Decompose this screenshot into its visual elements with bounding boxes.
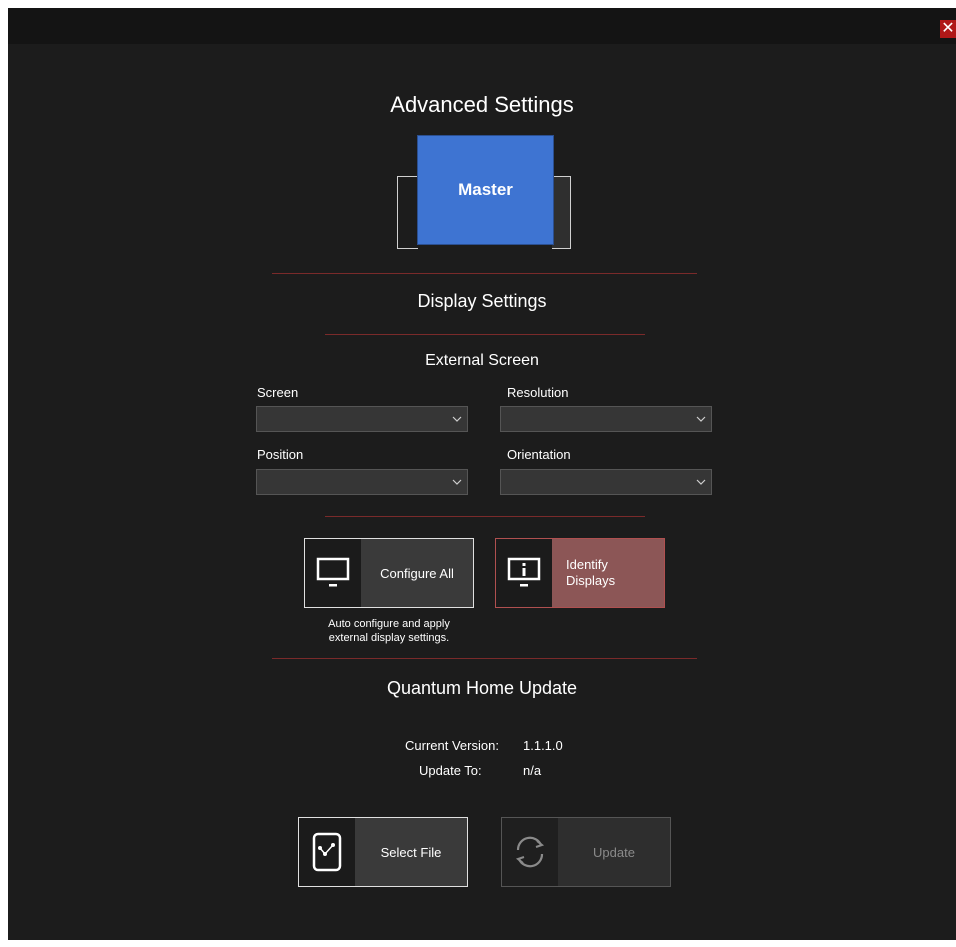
screen-select[interactable] — [256, 406, 468, 432]
configure-all-label: Configure All — [380, 565, 454, 581]
section-divider — [325, 516, 645, 517]
title-bar: ✕ — [8, 8, 956, 44]
section-divider — [272, 658, 697, 659]
current-version-label: Current Version: — [405, 738, 499, 753]
identify-displays-label-line1: Identify — [566, 557, 608, 572]
configure-all-description: Auto configure and apply external displa… — [304, 617, 474, 645]
orientation-select[interactable] — [500, 469, 712, 495]
update-button[interactable]: Update — [501, 817, 671, 887]
close-icon[interactable]: ✕ — [940, 20, 956, 38]
resolution-select[interactable] — [500, 406, 712, 432]
chevron-down-icon — [691, 407, 711, 431]
monitor-info-icon — [496, 539, 552, 607]
external-screen-heading: External Screen — [425, 352, 539, 369]
orientation-label: Orientation — [507, 447, 571, 462]
page-title: Advanced Settings — [390, 92, 574, 117]
update-to-value: n/a — [523, 763, 542, 778]
select-file-label: Select File — [380, 844, 442, 860]
section-divider — [325, 334, 645, 335]
screen-label: Screen — [257, 385, 299, 400]
display-bracket-right — [552, 176, 571, 249]
chevron-down-icon — [447, 407, 467, 431]
position-select[interactable] — [256, 469, 468, 495]
advanced-settings-window: ✕ Advanced Settings Master Display Setti… — [8, 8, 956, 940]
update-heading: Quantum Home Update — [386, 678, 578, 698]
chevron-down-icon — [691, 470, 711, 494]
resolution-label: Resolution — [507, 385, 569, 400]
current-version-value: 1.1.1.0 — [523, 738, 563, 753]
master-display-label: Master — [458, 180, 513, 199]
master-display-tile[interactable]: Master — [417, 135, 554, 245]
monitor-icon — [305, 539, 361, 607]
section-divider — [272, 273, 697, 274]
update-to-label: Update To: — [419, 763, 482, 778]
configure-all-description-line2: external display settings. — [328, 632, 450, 644]
refresh-icon — [502, 818, 558, 886]
identify-displays-label-line2: Displays — [566, 573, 616, 588]
file-select-icon — [299, 818, 355, 886]
update-label: Update — [593, 844, 635, 860]
position-label: Position — [257, 447, 304, 462]
display-bracket-left — [397, 176, 418, 249]
select-file-button[interactable]: Select File — [298, 817, 468, 887]
display-settings-heading: Display Settings — [417, 291, 547, 311]
chevron-down-icon — [447, 470, 467, 494]
identify-displays-button[interactable]: Identify Displays — [495, 538, 665, 608]
configure-all-description-line1: Auto configure and apply — [328, 618, 450, 630]
identify-displays-label: Identify Displays — [552, 557, 664, 589]
configure-all-button[interactable]: Configure All — [304, 538, 474, 608]
